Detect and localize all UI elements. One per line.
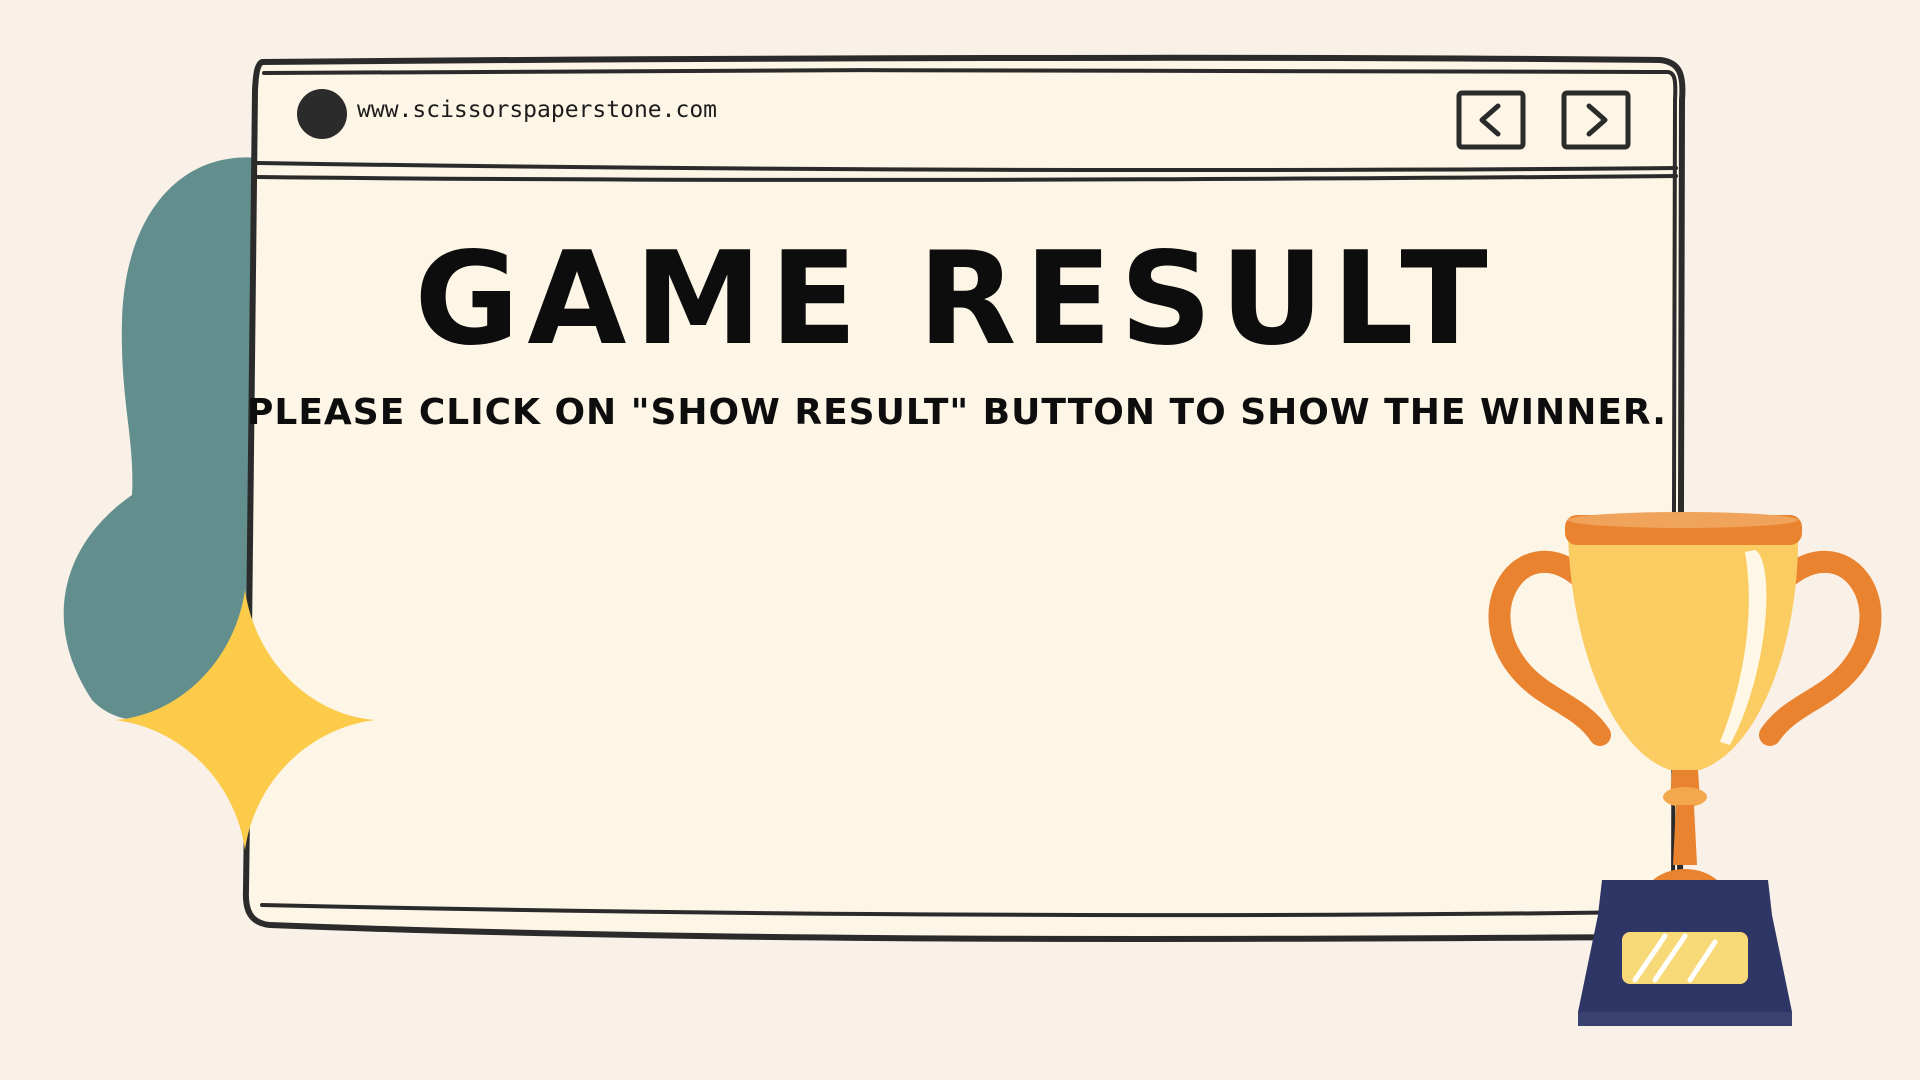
- back-button[interactable]: [1456, 90, 1526, 150]
- chevron-right-icon: [1561, 90, 1631, 150]
- forward-button[interactable]: [1561, 90, 1631, 150]
- game-result-screen: www.scissorspaperstone.com GAME RESULT P…: [0, 0, 1920, 1080]
- chevron-left-icon: [1456, 90, 1526, 150]
- decoration-layer: [63, 54, 1882, 1026]
- instruction-text: PLEASE CLICK ON "SHOW RESULT" BUTTON TO …: [247, 392, 1667, 433]
- address-dot-icon: [297, 89, 347, 139]
- browser-window-frame: [242, 54, 1686, 943]
- page-title: GAME RESULT: [414, 225, 1496, 374]
- address-bar-url[interactable]: www.scissorspaperstone.com: [357, 97, 717, 123]
